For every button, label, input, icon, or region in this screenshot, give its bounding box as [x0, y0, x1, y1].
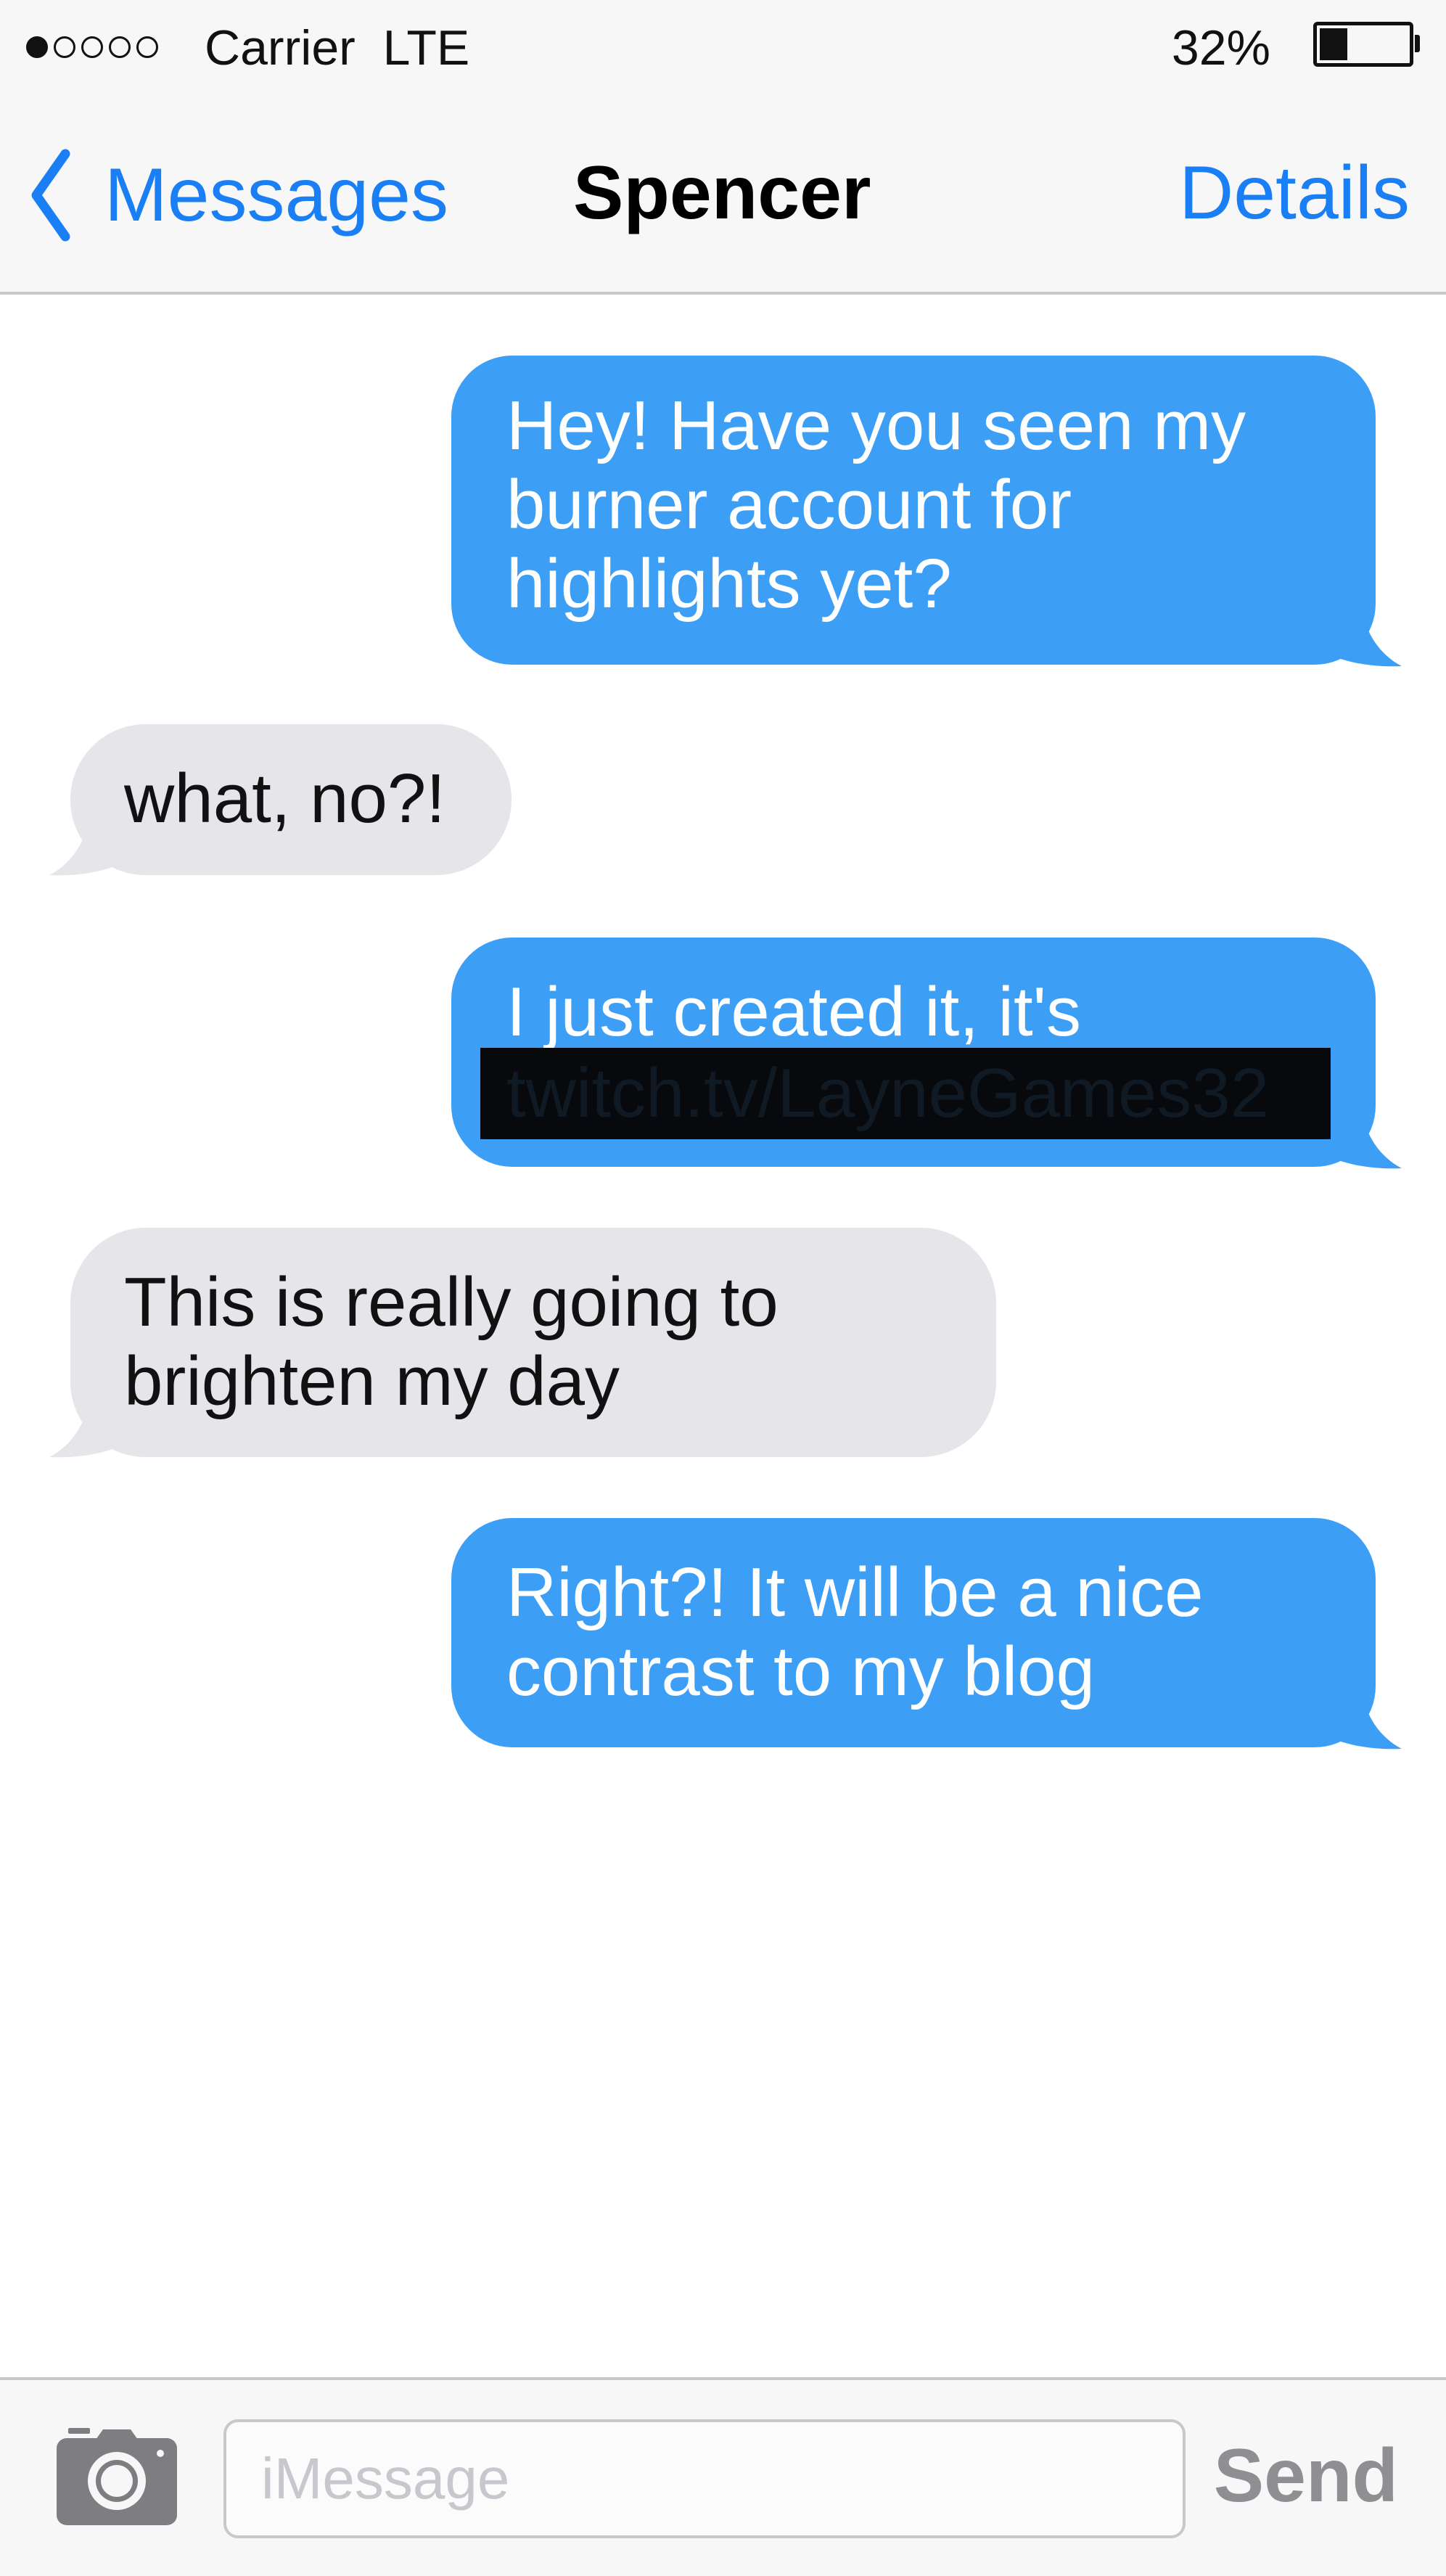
- signal-dot: [136, 36, 158, 58]
- message-text: This is really going to brighten my day: [124, 1263, 779, 1420]
- signal-strength-icon: [26, 36, 158, 58]
- carrier-info: Carrier LTE: [205, 19, 469, 77]
- message-text: Right?! It will be a nice contrast to my…: [506, 1554, 1204, 1710]
- signal-dot: [54, 36, 75, 58]
- battery-tip: [1415, 35, 1420, 52]
- bubble-tail: [1284, 618, 1402, 667]
- conversation-title: Spencer: [573, 151, 871, 235]
- message-text: I just created it, it's: [506, 973, 1081, 1051]
- signal-dot: [26, 36, 48, 58]
- details-button[interactable]: Details: [1179, 149, 1410, 237]
- navigation-bar: Messages Spencer Details: [0, 87, 1446, 295]
- outgoing-message-bubble[interactable]: Hey! Have you seen my burner account for…: [451, 356, 1376, 665]
- chevron-left-icon: [29, 148, 73, 242]
- message-input-bar: Send: [0, 2377, 1446, 2576]
- battery-level-fill: [1320, 28, 1347, 60]
- signal-dot: [81, 36, 103, 58]
- signal-dot: [109, 36, 131, 58]
- outgoing-message-bubble[interactable]: Right?! It will be a nice contrast to my…: [451, 1518, 1376, 1747]
- send-button[interactable]: Send: [1214, 2432, 1398, 2519]
- network-type: LTE: [382, 20, 470, 75]
- battery-percentage: 32%: [1171, 20, 1270, 75]
- battery-icon: [1313, 22, 1413, 67]
- camera-button[interactable]: [57, 2428, 177, 2525]
- redacted-link: twitch.tv/LayneGames32: [480, 1048, 1331, 1139]
- back-button[interactable]: Messages: [29, 141, 448, 250]
- message-text: what, no?!: [124, 760, 445, 837]
- back-button-label: Messages: [104, 153, 448, 237]
- status-bar: Carrier LTE 32%: [0, 0, 1446, 87]
- carrier-name: Carrier: [205, 20, 356, 75]
- camera-icon: [57, 2428, 177, 2525]
- bubble-tail: [49, 1409, 167, 1458]
- bubble-tail: [1284, 1701, 1402, 1750]
- incoming-message-bubble[interactable]: This is really going to brighten my day: [70, 1228, 996, 1457]
- message-text: Hey! Have you seen my burner account for…: [506, 387, 1246, 623]
- imessage-input[interactable]: [223, 2419, 1186, 2538]
- bubble-tail: [49, 827, 167, 876]
